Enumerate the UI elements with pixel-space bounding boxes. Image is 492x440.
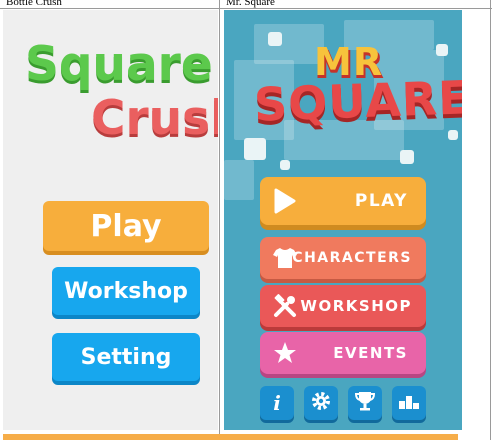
decor-square	[244, 138, 266, 160]
mr-play-label: PLAY	[354, 191, 408, 211]
leaderboard-button[interactable]	[392, 386, 426, 420]
decor-square	[400, 150, 414, 164]
characters-label: CHARACTERS	[292, 250, 412, 266]
next-row-preview	[3, 434, 458, 440]
square-crush-title-line1: Square	[25, 37, 213, 92]
square-crush-title-line2: Crush	[91, 91, 218, 146]
characters-button[interactable]: CHARACTERS	[260, 237, 426, 279]
star-icon	[272, 340, 298, 366]
table-border-top	[0, 8, 492, 9]
info-icon: i	[273, 391, 281, 415]
decor-square	[448, 130, 458, 140]
column-header-left: Bottle Crush	[6, 0, 62, 8]
decor-square	[280, 160, 290, 170]
decor-square	[224, 160, 254, 200]
mr-workshop-button[interactable]: WORKSHOP	[260, 285, 426, 327]
play-icon	[272, 188, 298, 214]
table-divider	[219, 0, 220, 440]
mr-square-screen: MR SQUARE PLAY CHARACTERS WORKSHOP EVENT…	[224, 10, 462, 430]
table-border-right	[490, 0, 491, 440]
square-crush-screen: Square Crush Play Workshop Setting	[3, 10, 218, 430]
settings-button[interactable]	[304, 386, 338, 420]
decor-square	[268, 32, 282, 46]
trophy-icon	[354, 390, 376, 416]
tools-icon	[272, 293, 298, 319]
info-button[interactable]: i	[260, 386, 294, 420]
column-header-right: Mr. Square	[226, 0, 275, 8]
play-button[interactable]: Play	[43, 201, 209, 251]
mr-play-button[interactable]: PLAY	[260, 177, 426, 225]
mr-square-logo-square: SQUARE	[253, 70, 462, 132]
setting-button[interactable]: Setting	[52, 333, 200, 381]
mr-workshop-label: WORKSHOP	[300, 297, 412, 315]
gear-icon	[310, 390, 332, 416]
events-button[interactable]: EVENTS	[260, 332, 426, 374]
events-label: EVENTS	[333, 344, 408, 362]
decor-square	[436, 44, 448, 56]
achievements-button[interactable]	[348, 386, 382, 420]
leaderboard-icon	[398, 390, 420, 416]
workshop-button[interactable]: Workshop	[52, 267, 200, 315]
